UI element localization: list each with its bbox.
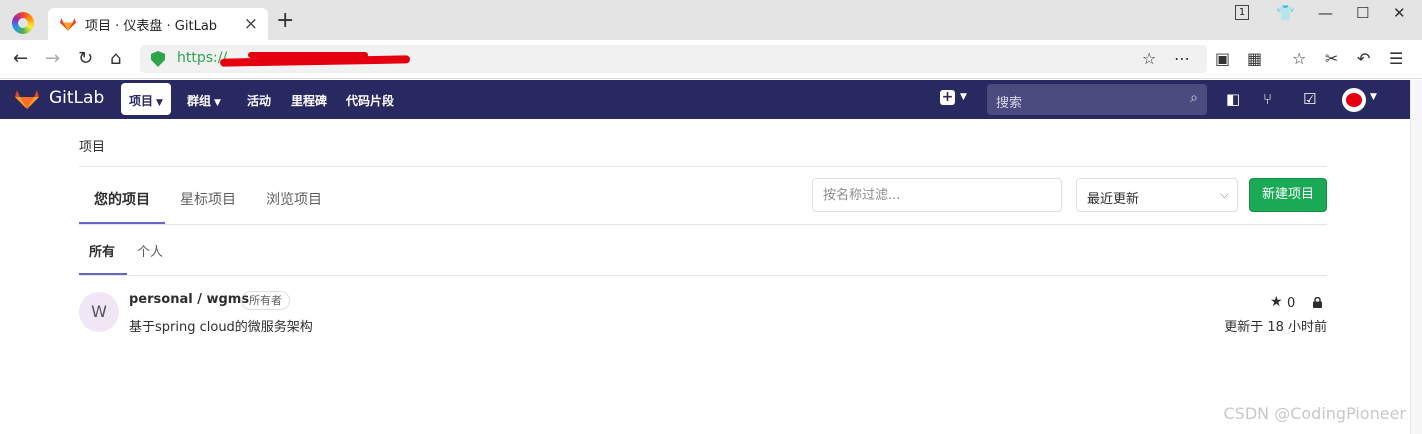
tab-explore-projects[interactable]: 浏览项目 [266,189,322,209]
project-avatar[interactable]: W [79,292,119,332]
todo-check-icon[interactable]: ☑ [1303,90,1316,108]
nav-groups-label: 群组 [187,94,212,108]
favorites-list-icon[interactable]: ☆ [1292,49,1306,69]
tab-your-projects[interactable]: 您的项目 [94,189,150,209]
project-description: 基于spring cloud的微服务架构 [129,320,313,335]
subtab-all[interactable]: 所有 [89,241,115,260]
filter-by-name-input[interactable] [812,178,1062,212]
close-tab-icon[interactable]: × [244,14,258,34]
watermark: CSDN @CodingPioneer [1223,404,1407,423]
nav-activity[interactable]: 活动 [247,92,271,109]
url-field[interactable]: https:// ☆ ⋯ [140,45,1207,73]
divider [79,166,1327,167]
apps-grid-icon[interactable]: ▦ [1247,49,1262,69]
star-bookmark-icon[interactable]: ☆ [1142,49,1156,68]
page-scrollbar[interactable] [1410,80,1422,434]
star-count[interactable]: 0 [1287,296,1295,311]
chevron-down-icon[interactable]: ▼ [1370,92,1377,102]
sidebar-toggle-icon[interactable]: ◧ [1226,90,1240,108]
sort-dropdown[interactable]: 最近更新 ⌵ [1076,178,1238,212]
new-project-button[interactable]: 新建项目 [1249,178,1327,212]
gitlab-brand[interactable]: GitLab [49,88,104,108]
more-icon[interactable]: ⋯ [1174,49,1190,68]
minimize-icon[interactable]: — [1318,4,1333,22]
redaction-mark [248,52,368,58]
nav-groups[interactable]: 群组 ▼ [187,92,221,109]
back-icon[interactable]: ← [13,48,28,70]
search-placeholder: 搜索 [996,96,1023,111]
divider [79,224,1327,225]
role-badge: 所有者 [241,291,290,310]
new-tab-icon[interactable]: + [276,10,294,32]
sort-selected-value: 最近更新 [1087,192,1140,207]
browser-tab-bar: 项目 · 仪表盘 · GitLab × + 1 👕 — ☐ ✕ [0,0,1422,40]
tab-starred-projects[interactable]: 星标项目 [180,189,236,209]
home-icon[interactable]: ⌂ [110,48,121,70]
maximize-icon[interactable]: ☐ [1356,4,1369,22]
nav-projects[interactable]: 项目 ▼ [121,83,171,115]
merge-request-icon[interactable]: ⑂ [1263,90,1272,108]
lock-icon [1313,297,1322,308]
browser-tab[interactable]: 项目 · 仪表盘 · GitLab × [48,8,268,40]
chevron-down-icon: ▼ [214,98,221,108]
shirt-icon[interactable]: 👕 [1276,4,1295,22]
gitlab-favicon-icon [60,18,76,31]
last-updated: 更新于 18 小时前 [1224,320,1327,335]
chevron-down-icon[interactable]: ▼ [960,92,967,102]
browser-logo-icon[interactable] [12,12,34,34]
gitlab-logo-icon[interactable] [15,88,39,110]
breadcrumb[interactable]: 项目 [79,136,105,155]
divider [79,275,1327,276]
gitlab-search-input[interactable]: 搜索 ⌕ [987,84,1207,115]
nav-projects-label: 项目 [129,94,154,108]
close-window-icon[interactable]: ✕ [1393,4,1406,22]
menu-icon[interactable]: ☰ [1389,49,1403,69]
reload-icon[interactable]: ↻ [78,48,93,70]
browser-address-bar: ← → ↻ ⌂ https:// ☆ ⋯ ▣ ▦ ☆ ✂ ↶ ☰ [0,40,1422,79]
user-avatar[interactable] [1342,88,1366,112]
subtab-personal[interactable]: 个人 [137,241,163,260]
nav-snippets[interactable]: 代码片段 [346,92,394,109]
star-icon[interactable]: ★ [1270,294,1283,310]
reader-icon[interactable]: ▣ [1215,49,1230,69]
scissors-icon[interactable]: ✂ [1325,49,1338,69]
forward-icon[interactable]: → [45,48,60,70]
project-name-link[interactable]: personal / wgms [129,292,249,307]
gitlab-navbar: GitLab 项目 ▼ 群组 ▼ 活动 里程碑 代码片段 + ▼ 搜索 ⌕ ◧ ⑂ … [0,80,1410,119]
browser-tab-title: 项目 · 仪表盘 · GitLab [85,18,218,34]
secure-shield-icon [151,51,165,67]
undo-icon[interactable]: ↶ [1357,49,1370,69]
chevron-down-icon: ▼ [156,98,163,108]
window-count-badge[interactable]: 1 [1235,5,1249,20]
chevron-down-icon: ⌵ [1219,187,1229,201]
new-item-plus-icon[interactable]: + [940,90,955,105]
search-icon: ⌕ [1190,90,1198,106]
nav-milestones[interactable]: 里程碑 [291,92,327,109]
